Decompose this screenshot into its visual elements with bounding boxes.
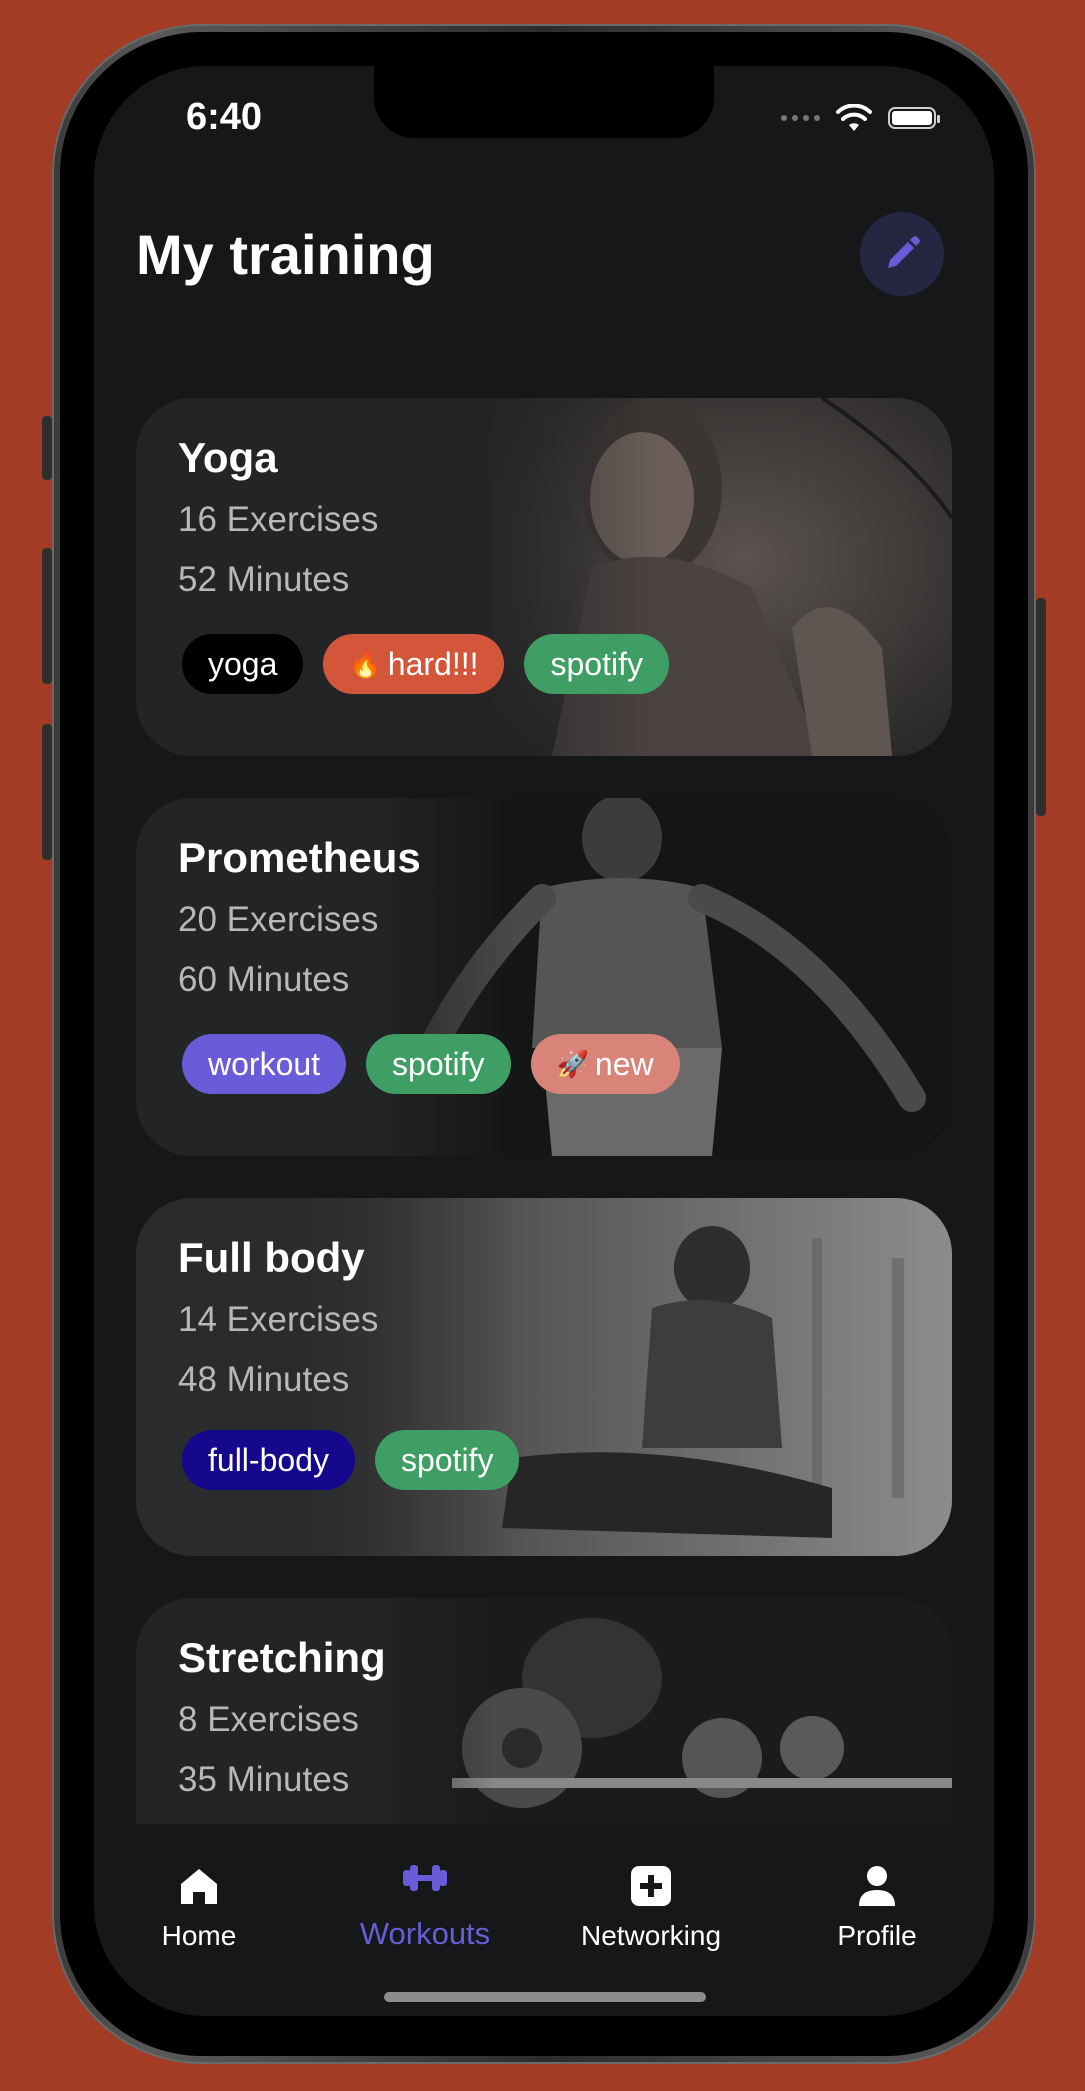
tag-chip[interactable]: spotify: [374, 1430, 520, 1490]
duration: 60 Minutes: [178, 960, 350, 999]
tag-chip[interactable]: 🔥 hard!!!: [323, 634, 505, 694]
duration: 48 Minutes: [178, 1360, 350, 1399]
power-button: [1036, 598, 1046, 816]
duration: 35 Minutes: [178, 1760, 350, 1799]
tab-bar: Home Workouts Networking Profile: [94, 1824, 994, 2016]
cellular-signal-icon: [781, 115, 820, 121]
tab-profile[interactable]: Profile: [777, 1824, 977, 1951]
tag-chip[interactable]: full-body: [182, 1430, 355, 1490]
tag-list: workout spotify 🚀 new: [182, 1034, 680, 1094]
tag-chip[interactable]: 🚀 new: [530, 1034, 680, 1094]
wifi-icon: [836, 104, 872, 131]
tab-label: Profile: [837, 1920, 917, 1951]
workout-card-yoga[interactable]: Yoga 16 Exercises 52 Minutes yoga 🔥 hard!…: [136, 398, 952, 756]
tab-workouts[interactable]: Workouts: [325, 1824, 525, 1951]
rocket-icon: 🚀: [556, 1048, 589, 1079]
tag-list: yoga 🔥 hard!!! spotify: [182, 634, 669, 694]
battery-icon: [888, 107, 940, 129]
status-icons: [781, 104, 940, 132]
tag-list: full-body spotify: [182, 1430, 520, 1490]
duration: 52 Minutes: [178, 560, 350, 599]
workout-title: Prometheus: [178, 834, 421, 881]
workout-card-prometheus[interactable]: Prometheus 20 Exercises 60 Minutes worko…: [136, 798, 952, 1156]
workout-card-full-body[interactable]: Full body 14 Exercises 48 Minutes full-b…: [136, 1198, 952, 1556]
tag-chip[interactable]: spotify: [524, 634, 669, 694]
dumbbell-icon: [403, 1865, 447, 1891]
exercise-count: 20 Exercises: [178, 900, 379, 939]
volume-up-button: [42, 548, 52, 684]
home-indicator[interactable]: [384, 1992, 706, 2002]
tag-chip[interactable]: workout: [182, 1034, 347, 1094]
workout-title: Full body: [178, 1234, 365, 1281]
tag-chip[interactable]: spotify: [366, 1034, 511, 1094]
silent-switch: [42, 416, 52, 480]
plus-square-icon: [631, 1866, 671, 1906]
person-icon: [859, 1866, 895, 1906]
tab-home[interactable]: Home: [99, 1824, 299, 1951]
status-time: 6:40: [186, 96, 263, 138]
notch: [374, 66, 714, 138]
tab-label: Workouts: [359, 1916, 491, 1951]
exercise-count: 14 Exercises: [178, 1300, 379, 1339]
tab-label: Networking: [580, 1920, 722, 1951]
app-screen: 6:40 My training Yoga 16 Exercises 52 Mi…: [94, 66, 994, 2016]
tab-label: Home: [161, 1920, 237, 1951]
edit-button[interactable]: [860, 212, 944, 296]
pencil-icon: [888, 236, 920, 268]
tag-chip[interactable]: yoga: [182, 634, 304, 694]
exercise-count: 16 Exercises: [178, 500, 379, 539]
workout-title: Yoga: [178, 434, 278, 481]
workout-title: Stretching: [178, 1634, 386, 1681]
house-icon: [181, 1869, 217, 1904]
tab-networking[interactable]: Networking: [551, 1824, 751, 1951]
page-title: My training: [136, 223, 435, 286]
volume-down-button: [42, 724, 52, 860]
exercise-count: 8 Exercises: [178, 1700, 359, 1739]
fire-icon: 🔥: [349, 648, 382, 679]
